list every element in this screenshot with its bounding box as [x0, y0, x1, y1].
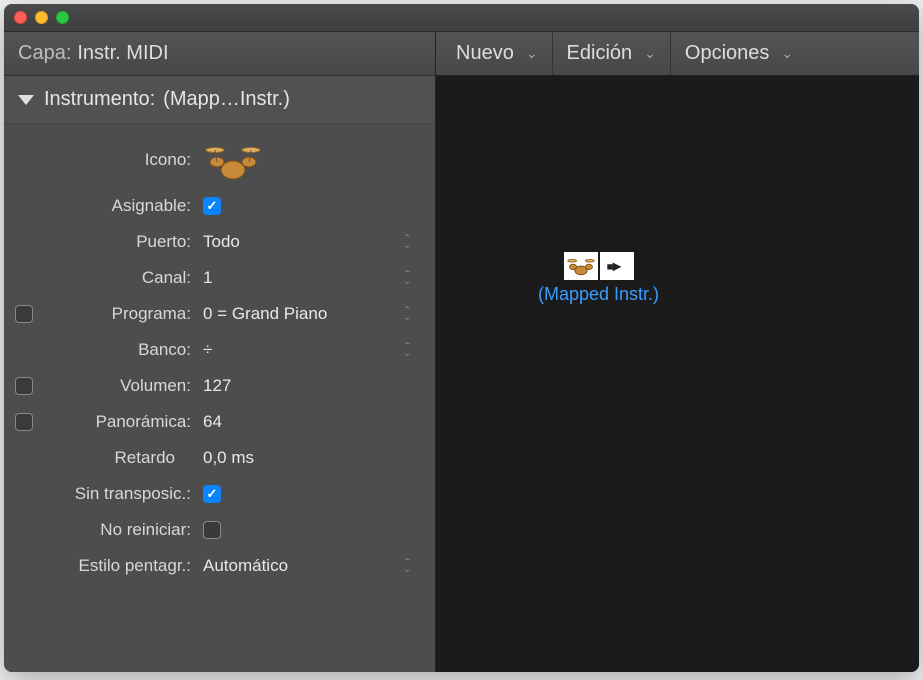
environment-canvas-area: Nuevo ⌄ Edición ⌄ Opciones ⌄: [436, 32, 919, 672]
retardo-value[interactable]: 0,0 ms: [199, 448, 417, 468]
noreiniciar-checkbox[interactable]: [203, 521, 221, 539]
puerto-label: Puerto:: [44, 232, 199, 252]
environment-object-icons: [538, 252, 659, 280]
menu-nuevo-label: Nuevo: [456, 42, 514, 65]
retardo-value-text: 0,0 ms: [203, 448, 254, 468]
row-transpos: Sin transposic.:: [4, 476, 435, 512]
icono-value[interactable]: [199, 140, 417, 180]
canal-stepper[interactable]: [403, 267, 417, 289]
row-canal: Canal: 1: [4, 260, 435, 296]
drum-kit-icon: [203, 140, 263, 180]
canal-value-text: 1: [203, 268, 212, 288]
content-split: Capa: Instr. MIDI Instrumento: (Mapp…Ins…: [4, 32, 919, 672]
section-label: Instrumento:: [44, 88, 155, 111]
icono-label: Icono:: [44, 150, 199, 170]
drum-kit-thumb-icon: [564, 252, 598, 280]
row-banco: Banco: ÷: [4, 332, 435, 368]
canal-value[interactable]: 1: [199, 267, 417, 289]
asignable-checkbox[interactable]: [203, 197, 221, 215]
row-pentagr: Estilo pentagr.: Automático: [4, 548, 435, 584]
minimize-window-button[interactable]: [35, 11, 48, 24]
programa-enable-checkbox[interactable]: [15, 305, 33, 323]
cable-out-icon[interactable]: [600, 252, 634, 280]
volumen-value[interactable]: 127: [199, 376, 417, 396]
panoramica-value-text: 64: [203, 412, 222, 432]
banco-value[interactable]: ÷: [199, 339, 417, 361]
inspector-panel: Capa: Instr. MIDI Instrumento: (Mapp…Ins…: [4, 32, 436, 672]
chevron-down-icon: ⌄: [781, 45, 793, 62]
programa-value-text: 0 = Grand Piano: [203, 304, 327, 324]
volumen-value-text: 127: [203, 376, 231, 396]
programa-stepper[interactable]: [403, 303, 417, 325]
banco-label: Banco:: [44, 340, 199, 360]
titlebar: [4, 4, 919, 32]
noreiniciar-label: No reiniciar:: [44, 520, 199, 540]
retardo-label-text: Retardo: [115, 448, 175, 468]
panoramica-enable-checkbox[interactable]: [15, 413, 33, 431]
chevron-down-icon: ⌄: [644, 45, 656, 62]
menu-edicion-label: Edición: [567, 42, 633, 65]
menu-opciones[interactable]: Opciones ⌄: [671, 32, 807, 75]
banco-stepper[interactable]: [403, 339, 417, 361]
parameter-rows: Icono:: [4, 124, 435, 592]
close-window-button[interactable]: [14, 11, 27, 24]
menu-edicion[interactable]: Edición ⌄: [553, 32, 671, 75]
menu-opciones-label: Opciones: [685, 42, 770, 65]
row-noreiniciar: No reiniciar:: [4, 512, 435, 548]
panoramica-value[interactable]: 64: [199, 412, 417, 432]
puerto-value-text: Todo: [203, 232, 240, 252]
instrument-section-header[interactable]: Instrumento: (Mapp…Instr.): [4, 76, 435, 124]
row-retardo: Retardo 0,0 ms: [4, 440, 435, 476]
pentagr-value[interactable]: Automático: [199, 555, 417, 577]
layer-value: Instr. MIDI: [77, 42, 168, 65]
layer-label: Capa:: [18, 42, 71, 65]
disclosure-triangle-icon[interactable]: [18, 95, 34, 105]
puerto-stepper[interactable]: [403, 231, 417, 253]
retardo-label[interactable]: Retardo: [44, 448, 199, 468]
pentagr-label: Estilo pentagr.:: [24, 556, 199, 576]
menu-nuevo[interactable]: Nuevo ⌄: [442, 32, 553, 75]
canvas-toolbar: Nuevo ⌄ Edición ⌄ Opciones ⌄: [436, 32, 919, 76]
row-volumen: Volumen: 127: [4, 368, 435, 404]
banco-value-text: ÷: [203, 340, 212, 360]
environment-window: Capa: Instr. MIDI Instrumento: (Mapp…Ins…: [4, 4, 919, 672]
zoom-window-button[interactable]: [56, 11, 69, 24]
row-panoramica: Panorámica: 64: [4, 404, 435, 440]
transpos-label: Sin transposic.:: [24, 484, 199, 504]
volumen-label: Volumen:: [44, 376, 199, 396]
pentagr-value-text: Automático: [203, 556, 288, 576]
row-icono: Icono:: [4, 132, 435, 188]
row-programa: Programa: 0 = Grand Piano: [4, 296, 435, 332]
inspector-header[interactable]: Capa: Instr. MIDI: [4, 32, 435, 76]
row-puerto: Puerto: Todo: [4, 224, 435, 260]
transpos-checkbox[interactable]: [203, 485, 221, 503]
canal-label: Canal:: [44, 268, 199, 288]
environment-object-label: (Mapped Instr.): [538, 284, 659, 305]
puerto-value[interactable]: Todo: [199, 231, 417, 253]
chevron-down-icon: ⌄: [526, 45, 538, 62]
volumen-enable-checkbox[interactable]: [15, 377, 33, 395]
row-asignable: Asignable:: [4, 188, 435, 224]
panoramica-label: Panorámica:: [44, 412, 199, 432]
environment-canvas[interactable]: (Mapped Instr.): [436, 76, 919, 672]
section-value: (Mapp…Instr.): [163, 88, 290, 111]
asignable-label: Asignable:: [44, 196, 199, 216]
window-controls: [14, 11, 69, 24]
pentagr-stepper[interactable]: [403, 555, 417, 577]
programa-value[interactable]: 0 = Grand Piano: [199, 303, 417, 325]
programa-label: Programa:: [44, 304, 199, 324]
environment-object[interactable]: (Mapped Instr.): [538, 252, 659, 305]
